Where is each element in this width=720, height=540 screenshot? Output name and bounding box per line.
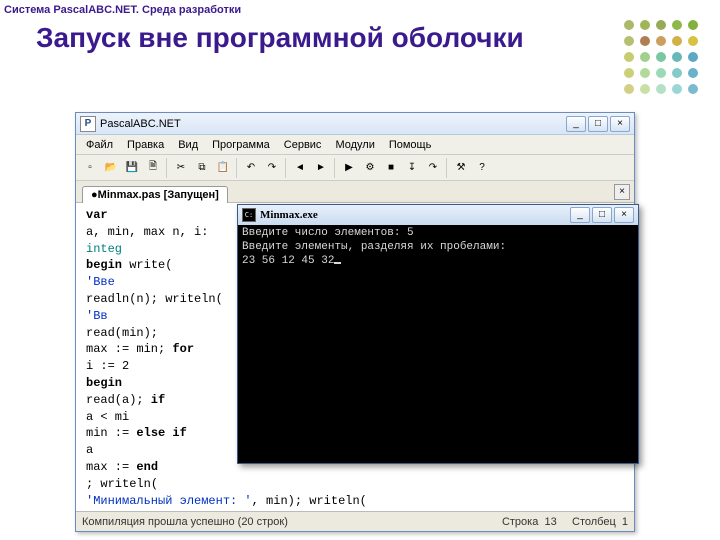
dot xyxy=(640,84,650,94)
dot xyxy=(640,20,650,30)
editor-tab[interactable]: ●Minmax.pas [Запущен] xyxy=(82,186,228,203)
console-output[interactable]: Введите число элементов: 5 Введите элеме… xyxy=(238,225,638,463)
menu-программа[interactable]: Программа xyxy=(206,137,276,153)
open-icon[interactable]: 📂 xyxy=(101,158,121,178)
dot xyxy=(672,36,682,46)
dot xyxy=(672,52,682,62)
console-minimize-button[interactable]: _ xyxy=(570,207,590,223)
nav-fwd-icon[interactable]: ► xyxy=(311,158,331,178)
paste-icon[interactable]: 📋 xyxy=(213,158,233,178)
dot xyxy=(656,68,666,78)
dot xyxy=(640,68,650,78)
stepinto-icon[interactable]: ↧ xyxy=(402,158,422,178)
dot xyxy=(624,20,634,30)
cut-icon[interactable]: ✂ xyxy=(171,158,191,178)
dot xyxy=(656,84,666,94)
dot xyxy=(640,36,650,46)
minimize-button[interactable]: _ xyxy=(566,116,586,132)
dot xyxy=(624,68,634,78)
run-icon[interactable]: ▶ xyxy=(339,158,359,178)
tab-close-button[interactable]: × xyxy=(614,184,630,200)
dot xyxy=(656,20,666,30)
tab-label: Minmax.pas [Запущен] xyxy=(98,189,219,201)
copy-icon[interactable]: ⧉ xyxy=(192,158,212,178)
menu-файл[interactable]: Файл xyxy=(80,137,119,153)
dot xyxy=(640,52,650,62)
console-titlebar[interactable]: Minmax.exe _ □ × xyxy=(238,205,638,225)
save-icon[interactable]: 💾 xyxy=(122,158,142,178)
redo-icon[interactable]: ↷ xyxy=(262,158,282,178)
help-icon[interactable]: ? xyxy=(472,158,492,178)
new-icon[interactable]: ▫ xyxy=(80,158,100,178)
dot xyxy=(688,52,698,62)
dot xyxy=(656,36,666,46)
options-icon[interactable]: ⚒ xyxy=(451,158,471,178)
cursor-position: Строка 13 Столбец 1 xyxy=(502,516,628,528)
console-window: Minmax.exe _ □ × Введите число элементов… xyxy=(237,204,639,464)
saveall-icon[interactable]: 🗎 xyxy=(143,158,163,178)
menu-сервис[interactable]: Сервис xyxy=(278,137,328,153)
tab-strip: ●Minmax.pas [Запущен] × xyxy=(76,181,634,203)
status-bar: Компиляция прошла успешно (20 строк) Стр… xyxy=(76,511,634,531)
app-icon: P xyxy=(80,116,96,132)
ide-menubar: ФайлПравкаВидПрограммаСервисМодулиПомощь xyxy=(76,135,634,155)
menu-правка[interactable]: Правка xyxy=(121,137,170,153)
console-title: Minmax.exe xyxy=(260,209,570,221)
maximize-button[interactable]: □ xyxy=(588,116,608,132)
compile-icon[interactable]: ⚙ xyxy=(360,158,380,178)
menu-вид[interactable]: Вид xyxy=(172,137,204,153)
stepover-icon[interactable]: ↷ xyxy=(423,158,443,178)
dot xyxy=(672,84,682,94)
dot xyxy=(688,68,698,78)
dot xyxy=(672,68,682,78)
dot xyxy=(624,84,634,94)
ide-titlebar[interactable]: P PascalABC.NET _ □ × xyxy=(76,113,634,135)
nav-back-icon[interactable]: ◄ xyxy=(290,158,310,178)
dot xyxy=(656,52,666,62)
dot xyxy=(688,84,698,94)
ide-title: PascalABC.NET xyxy=(100,118,566,130)
dot xyxy=(688,36,698,46)
dot xyxy=(624,52,634,62)
ide-toolbar: ▫📂💾🗎✂⧉📋↶↷◄►▶⚙■↧↷⚒? xyxy=(76,155,634,181)
undo-icon[interactable]: ↶ xyxy=(241,158,261,178)
console-maximize-button[interactable]: □ xyxy=(592,207,612,223)
decorative-dots xyxy=(624,20,700,96)
stop-icon[interactable]: ■ xyxy=(381,158,401,178)
modified-indicator: ● xyxy=(91,189,98,201)
dot xyxy=(672,20,682,30)
close-button[interactable]: × xyxy=(610,116,630,132)
dot xyxy=(688,20,698,30)
console-icon xyxy=(242,208,256,222)
menu-помощь[interactable]: Помощь xyxy=(383,137,438,153)
slide-title: Запуск вне программной оболочки xyxy=(36,22,524,54)
breadcrumb: Система PascalABC.NET. Среда разработки xyxy=(4,4,241,16)
console-close-button[interactable]: × xyxy=(614,207,634,223)
compile-status: Компиляция прошла успешно (20 строк) xyxy=(82,516,288,528)
menu-модули[interactable]: Модули xyxy=(329,137,380,153)
dot xyxy=(624,36,634,46)
